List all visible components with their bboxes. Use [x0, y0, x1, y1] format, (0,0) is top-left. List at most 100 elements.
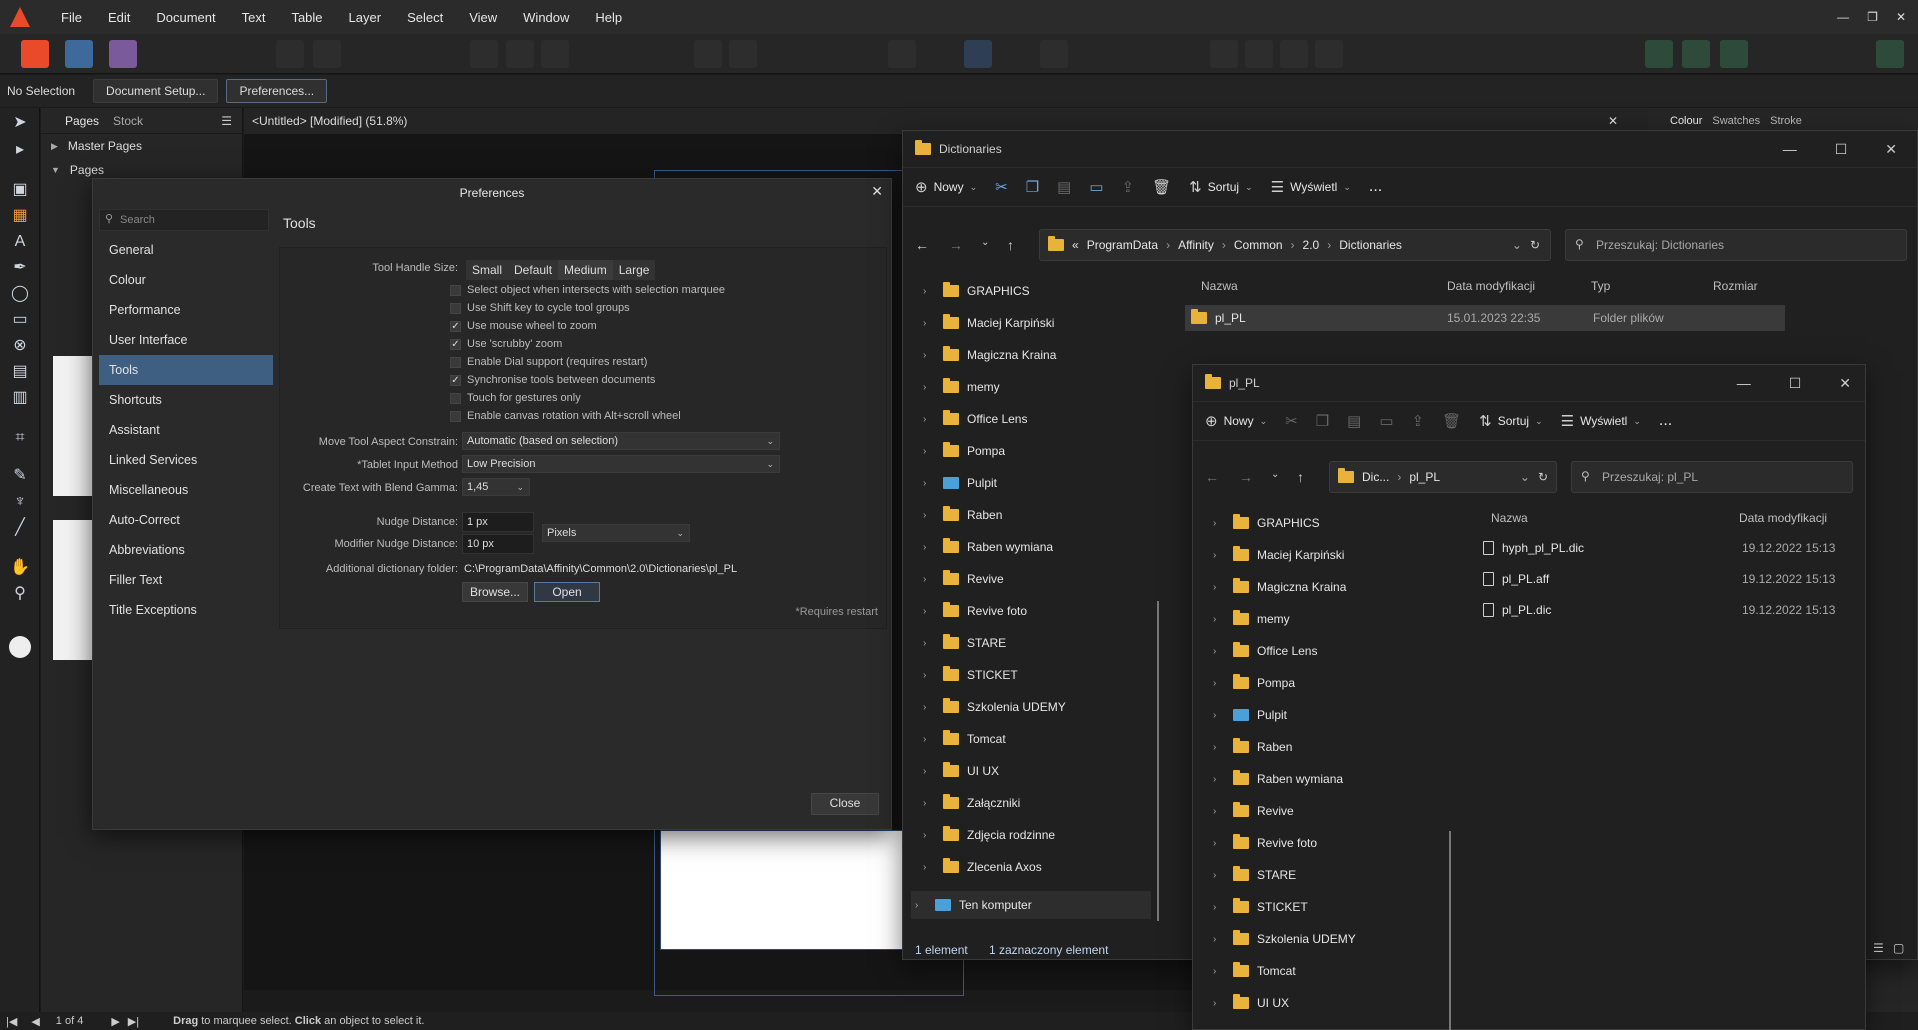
details-view-icon[interactable]: ☰: [1873, 941, 1884, 955]
forward-arrow-icon[interactable]: →: [949, 237, 963, 253]
refresh-icon[interactable]: ↻: [1530, 238, 1540, 252]
tab-stroke[interactable]: Stroke: [1770, 115, 1802, 127]
tree-item[interactable]: › memy: [1213, 603, 1290, 635]
tiles-view-icon[interactable]: ▢: [1893, 941, 1904, 955]
transparency-tool-icon[interactable]: ╱: [10, 518, 30, 538]
tab-pages[interactable]: Pages: [65, 114, 99, 128]
tree-item[interactable]: › Revive: [1213, 795, 1294, 827]
clip-icon[interactable]: [541, 40, 569, 68]
menu-window[interactable]: Window: [510, 10, 582, 25]
cut-button[interactable]: ✂: [995, 178, 1008, 196]
handle-size-small[interactable]: Small: [466, 260, 508, 280]
check-row[interactable]: Touch for gestures only: [450, 392, 581, 404]
new-button[interactable]: ⊕ Nowy ⌄: [1205, 412, 1267, 430]
share-button[interactable]: ⇪: [1122, 178, 1135, 196]
category-colour[interactable]: Colour: [99, 265, 273, 295]
scrollbar[interactable]: [1449, 831, 1451, 1030]
delete-button[interactable]: 🗑: [1442, 412, 1461, 430]
hand-tool-icon[interactable]: ✋: [10, 558, 30, 578]
share-icon[interactable]: [1682, 40, 1710, 68]
tree-item-this-pc[interactable]: › Ten komputer: [911, 891, 1151, 919]
delete-button[interactable]: 🗑: [1152, 178, 1171, 196]
close-icon[interactable]: ✕: [1896, 10, 1906, 24]
tablet-input-select[interactable]: Low Precision ⌄: [462, 455, 780, 473]
photo-persona-icon[interactable]: [109, 40, 137, 68]
align-center-icon[interactable]: [1245, 40, 1273, 68]
fill-tool-icon[interactable]: ♆: [10, 492, 30, 512]
tree-item[interactable]: › Raben: [923, 499, 1002, 531]
tree-item[interactable]: › Pompa: [1213, 667, 1295, 699]
paste-button[interactable]: ▤: [1347, 412, 1361, 430]
view-button[interactable]: ☰ Wyświetl ⌄: [1561, 412, 1641, 430]
col-date[interactable]: Data modyfikacji: [1447, 279, 1535, 293]
check-row[interactable]: ✓ Use mouse wheel to zoom: [450, 320, 597, 332]
node-tool-icon[interactable]: ▸: [10, 140, 30, 160]
tree-item[interactable]: › STARE: [1213, 859, 1296, 891]
tree-item[interactable]: › Maciej Karpiński: [1213, 539, 1344, 571]
file-row[interactable]: pl_PL.aff 19.12.2022 15:13: [1483, 572, 1835, 586]
menu-file[interactable]: File: [48, 10, 95, 25]
nudge-input[interactable]: 1 px: [462, 512, 534, 532]
last-page-icon[interactable]: ▶|: [128, 1015, 139, 1028]
color-wheel-icon[interactable]: [1720, 40, 1748, 68]
check-row[interactable]: ✓ Use 'scrubby' zoom: [450, 338, 562, 350]
rename-button[interactable]: ▭: [1089, 178, 1103, 196]
checkbox[interactable]: [450, 302, 461, 314]
category-user-interface[interactable]: User Interface: [99, 325, 273, 355]
artistic-text-tool-icon[interactable]: A: [10, 232, 30, 252]
preview-icon[interactable]: [506, 40, 534, 68]
check-row[interactable]: Select object when intersects with selec…: [450, 284, 725, 296]
close-document-icon[interactable]: ✕: [1608, 114, 1618, 128]
pen-tool-icon[interactable]: ✒: [10, 258, 30, 278]
distribute-icon[interactable]: [1315, 40, 1343, 68]
gear-icon[interactable]: [313, 40, 341, 68]
breadcrumb-common[interactable]: Common: [1234, 238, 1283, 252]
page-thumbnail[interactable]: [53, 520, 93, 660]
tree-item[interactable]: › Raben: [1213, 731, 1292, 763]
menu-layer[interactable]: Layer: [336, 10, 395, 25]
preferences-button[interactable]: Preferences...: [226, 79, 328, 103]
table-tool-icon[interactable]: ▦: [10, 206, 30, 226]
tree-item[interactable]: › UI UX: [1213, 987, 1289, 1019]
blend-gamma-select[interactable]: 1,45 ⌄: [462, 478, 530, 496]
handle-size-medium[interactable]: Medium: [558, 260, 613, 280]
account-icon[interactable]: [1876, 40, 1904, 68]
chevron-down-icon[interactable]: ▼: [51, 165, 60, 175]
tab-stock[interactable]: Stock: [113, 114, 143, 128]
document-tab[interactable]: <Untitled> [Modified] (51.8%): [252, 114, 407, 128]
maximize-icon[interactable]: ☐: [1789, 375, 1802, 392]
col-type[interactable]: Typ: [1591, 279, 1610, 293]
fill-color-swatch[interactable]: [9, 636, 31, 658]
chevron-down-icon[interactable]: ⌄: [1520, 470, 1530, 484]
category-assistant[interactable]: Assistant: [99, 415, 273, 445]
tree-item[interactable]: › Revive foto: [1213, 827, 1317, 859]
col-size[interactable]: Rozmiar: [1713, 279, 1758, 293]
tree-item[interactable]: › Maciej Karpiński: [923, 307, 1054, 339]
tree-item[interactable]: › Zdjęcia rodzinne: [923, 819, 1055, 851]
pages-tool-icon[interactable]: ▥: [10, 388, 30, 408]
designer-persona-icon[interactable]: [65, 40, 93, 68]
ellipse-tool-icon[interactable]: ◯: [10, 284, 30, 304]
address-bar[interactable]: Dic... › pl_PL ⌄ ↻: [1329, 461, 1557, 493]
ellipse-frame-tool-icon[interactable]: ⊗: [10, 336, 30, 356]
cut-button[interactable]: ✂: [1285, 412, 1298, 430]
search-input[interactable]: Przeszukaj: pl_PL: [1571, 461, 1853, 493]
category-filler-text[interactable]: Filler Text: [99, 565, 273, 595]
tree-item[interactable]: › Magiczna Kraina: [923, 339, 1056, 371]
checkbox-checked[interactable]: ✓: [450, 338, 461, 350]
close-icon[interactable]: ✕: [871, 183, 883, 200]
more-button[interactable]: ...: [1659, 412, 1672, 430]
move-constrain-select[interactable]: Automatic (based on selection) ⌄: [462, 432, 780, 450]
breadcrumb-dictionaries[interactable]: Dic...: [1362, 470, 1389, 484]
tree-item[interactable]: › Magiczna Kraina: [1213, 571, 1346, 603]
tree-item[interactable]: › Office Lens: [923, 403, 1027, 435]
checkbox[interactable]: [450, 356, 461, 368]
breadcrumb-programdata[interactable]: ProgramData: [1087, 238, 1158, 252]
close-button[interactable]: Close: [811, 793, 879, 815]
menu-view[interactable]: View: [456, 10, 510, 25]
check-row[interactable]: Enable Dial support (requires restart): [450, 356, 647, 368]
tree-item[interactable]: › Tomcat: [923, 723, 1006, 755]
settings-icon[interactable]: [276, 40, 304, 68]
panel-menu-icon[interactable]: ☰: [221, 114, 232, 128]
category-tools[interactable]: Tools: [99, 355, 273, 385]
